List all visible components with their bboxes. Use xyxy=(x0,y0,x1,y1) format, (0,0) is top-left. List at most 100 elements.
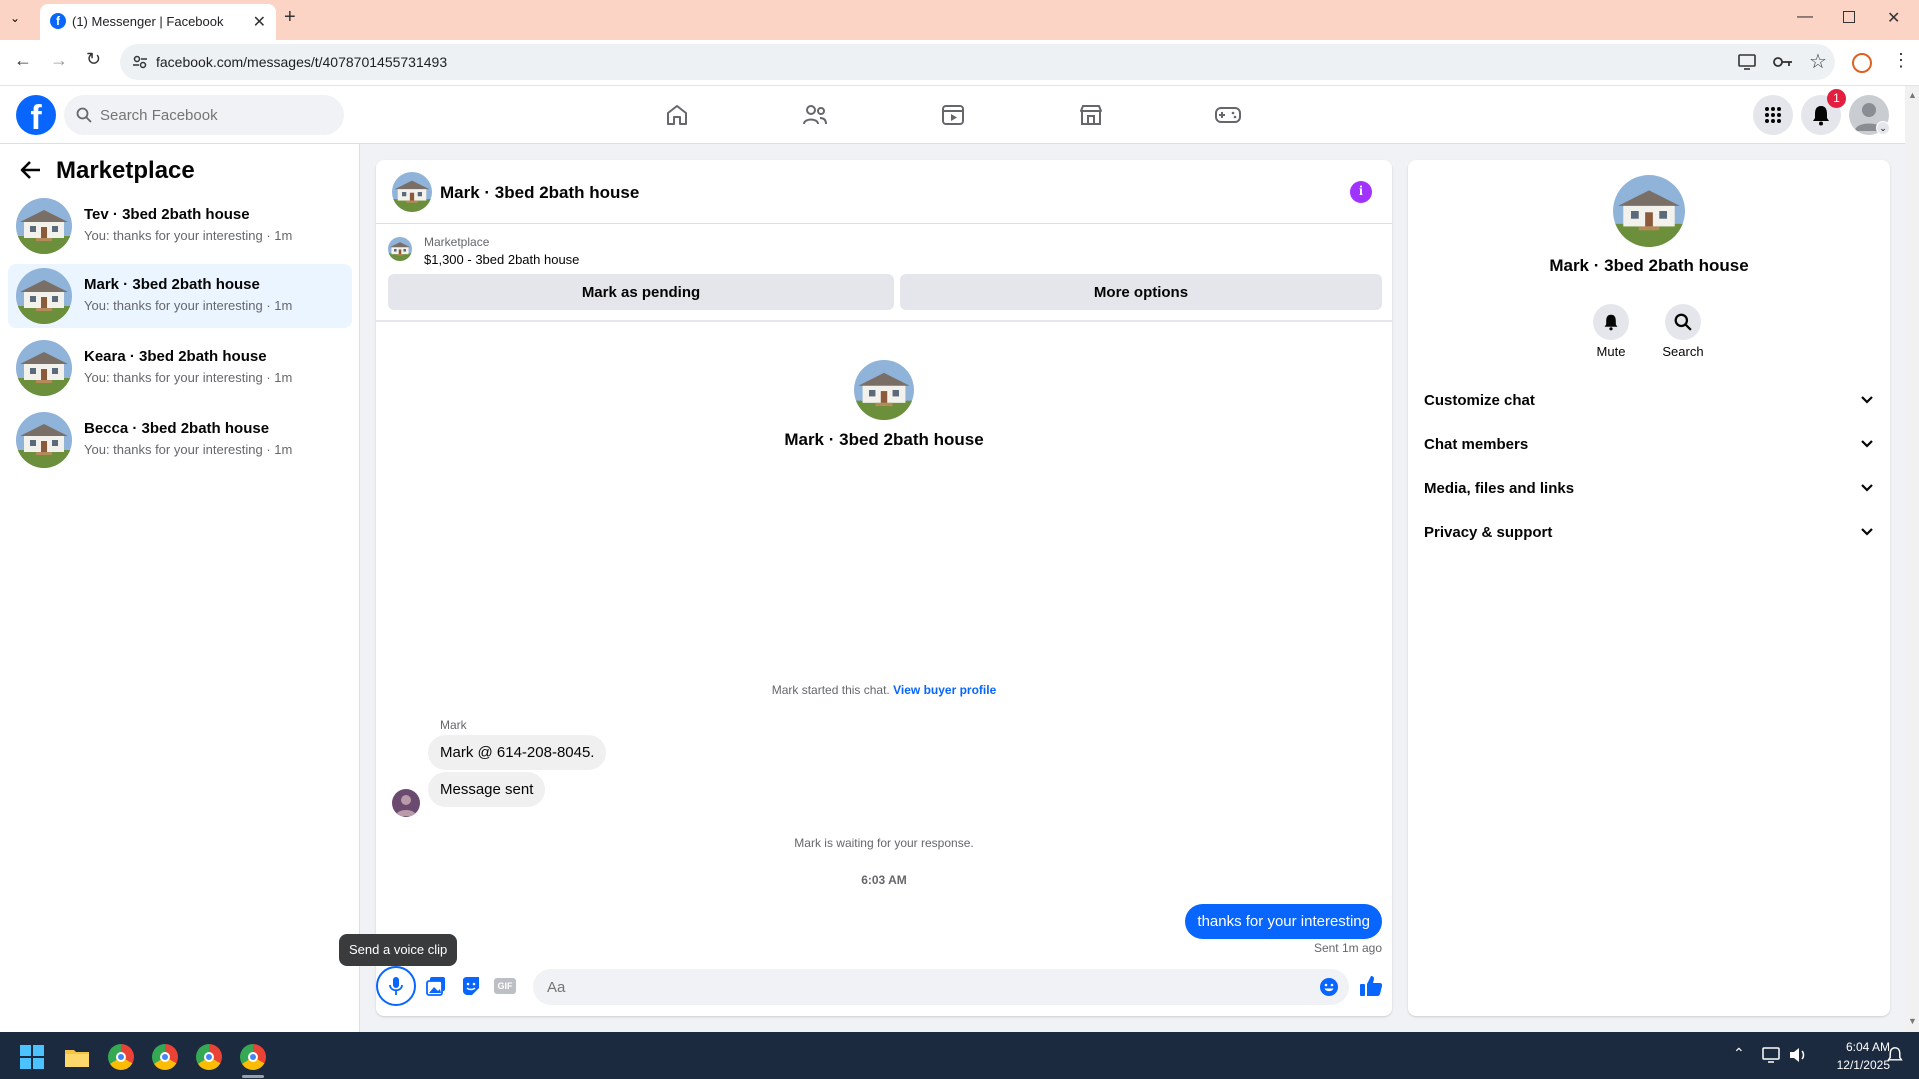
active-app-indicator xyxy=(242,1075,264,1078)
install-app-icon[interactable] xyxy=(1737,52,1757,72)
scroll-down-icon[interactable]: ▼ xyxy=(1908,1016,1917,1026)
site-settings-icon[interactable] xyxy=(132,54,148,70)
friends-nav-icon[interactable] xyxy=(795,98,835,132)
bell-icon xyxy=(1604,314,1618,331)
sender-name: Mark xyxy=(440,718,467,732)
chevron-down-icon xyxy=(1860,527,1874,537)
forward-arrow-icon[interactable]: → xyxy=(50,50,68,71)
search-icon xyxy=(76,107,92,123)
conversation-preview: You: thanks for your interesting · 1m xyxy=(84,370,293,385)
section-label: Privacy & support xyxy=(1424,523,1553,541)
conversation-item-keara[interactable]: Keara · 3bed 2bath house You: thanks for… xyxy=(8,336,352,400)
scroll-up-icon[interactable]: ▲ xyxy=(1908,90,1917,100)
browser-tab-messenger[interactable]: f (1) Messenger | Facebook ✕ xyxy=(40,4,276,40)
password-key-icon[interactable] xyxy=(1772,52,1794,72)
facebook-favicon-icon: f xyxy=(50,13,66,29)
sticker-icon[interactable] xyxy=(461,976,481,996)
listing-thumbnail xyxy=(16,412,72,468)
waiting-notice: Mark is waiting for your response. xyxy=(794,836,974,850)
home-nav-icon[interactable] xyxy=(657,98,697,132)
incoming-message[interactable]: Message sent xyxy=(428,772,546,807)
facebook-search[interactable] xyxy=(64,95,344,135)
more-options-button[interactable]: More options xyxy=(900,274,1382,310)
listing-summary[interactable]: $1,300 - 3bed 2bath house xyxy=(424,252,579,267)
profile-avatar-icon[interactable] xyxy=(1852,53,1872,73)
voice-clip-tooltip: Send a voice clip xyxy=(339,934,458,966)
chevron-down-icon xyxy=(1860,395,1874,405)
reload-icon[interactable]: ↻ xyxy=(86,49,101,70)
chat-started-text: Mark started this chat. xyxy=(771,683,890,697)
tab-close-icon[interactable]: ✕ xyxy=(253,12,266,32)
chrome-profile-icon[interactable] xyxy=(196,1044,222,1070)
listing-small-thumbnail xyxy=(388,237,412,261)
voice-clip-button[interactable] xyxy=(376,966,416,1006)
conversation-item-tev[interactable]: Tev · 3bed 2bath house You: thanks for y… xyxy=(8,194,352,258)
incoming-message[interactable]: Mark @ 614-208-8045. xyxy=(428,735,607,770)
video-nav-icon[interactable] xyxy=(933,98,973,132)
chat-title[interactable]: Mark · 3bed 2bath house xyxy=(440,183,639,203)
conversation-item-mark[interactable]: Mark · 3bed 2bath house You: thanks for … xyxy=(8,264,352,328)
clock-time[interactable]: 6:04 AM xyxy=(1820,1040,1890,1054)
back-arrow-icon[interactable] xyxy=(20,160,42,180)
section-label: Customize chat xyxy=(1424,391,1535,409)
windows-start-icon[interactable] xyxy=(20,1045,44,1069)
facebook-logo-icon[interactable]: f xyxy=(16,95,56,135)
menu-grid-button[interactable] xyxy=(1753,95,1793,135)
search-in-conversation-button[interactable] xyxy=(1665,304,1701,340)
details-thumbnail[interactable] xyxy=(1613,175,1685,247)
customize-chat-section[interactable]: Customize chat xyxy=(1424,382,1874,418)
volume-icon[interactable] xyxy=(1788,1046,1808,1064)
chrome-profile-icon[interactable] xyxy=(152,1044,178,1070)
listing-thumbnail xyxy=(16,268,72,324)
chrome-active-icon[interactable] xyxy=(240,1044,266,1070)
media-files-links-section[interactable]: Media, files and links xyxy=(1424,470,1874,506)
page-scrollbar[interactable]: ▲ ▼ xyxy=(1905,86,1919,1032)
file-explorer-icon[interactable] xyxy=(64,1046,90,1068)
gif-icon[interactable]: GIF xyxy=(494,978,516,994)
listing-divider xyxy=(376,320,1392,322)
windows-taskbar: ⌃ 6:04 AM 12/1/2025 xyxy=(0,1032,1919,1079)
new-tab-plus-icon[interactable]: + xyxy=(284,6,296,29)
window-close-icon[interactable]: ✕ xyxy=(1887,8,1900,28)
marketplace-nav-icon[interactable] xyxy=(1071,98,1111,132)
clock-date[interactable]: 12/1/2025 xyxy=(1820,1058,1890,1072)
outgoing-message[interactable]: thanks for your interesting xyxy=(1185,904,1382,939)
mute-label: Mute xyxy=(1596,344,1626,359)
message-composer[interactable] xyxy=(533,969,1349,1005)
like-thumbs-up-icon[interactable] xyxy=(1359,974,1383,998)
chat-start-notice: Mark started this chat. View buyer profi… xyxy=(376,683,1392,697)
address-bar[interactable]: facebook.com/messages/t/4078701455731493… xyxy=(120,44,1835,80)
message-input[interactable] xyxy=(545,969,1305,1005)
search-input[interactable] xyxy=(98,95,334,135)
browser-menu-icon[interactable]: ⋮ xyxy=(1892,50,1910,71)
chat-members-section[interactable]: Chat members xyxy=(1424,426,1874,462)
conversation-info-icon[interactable]: i xyxy=(1350,181,1372,203)
listing-source: Marketplace xyxy=(424,235,490,249)
marketplace-conversations-panel: Marketplace Tev · 3bed 2bath house You: … xyxy=(0,144,360,1032)
window-minimize-icon[interactable]: — xyxy=(1797,8,1813,26)
chat-header-thumbnail[interactable] xyxy=(392,172,432,212)
gaming-nav-icon[interactable] xyxy=(1208,98,1248,132)
account-chevron-down-icon[interactable]: ⌄ xyxy=(1876,121,1890,135)
notification-bell-icon[interactable] xyxy=(1887,1046,1903,1064)
conversation-preview: You: thanks for your interesting · 1m xyxy=(84,228,293,243)
conversation-details-panel: Mark · 3bed 2bath house Mute Search Cust… xyxy=(1408,160,1890,1016)
emoji-icon[interactable] xyxy=(1319,977,1339,997)
chrome-app-icon[interactable] xyxy=(108,1044,134,1070)
tab-list-chevron-icon[interactable]: ⌄ xyxy=(10,11,20,25)
chevron-down-icon xyxy=(1860,439,1874,449)
mark-as-pending-button[interactable]: Mark as pending xyxy=(388,274,894,310)
view-buyer-profile-link[interactable]: View buyer profile xyxy=(893,683,996,697)
window-restore-icon[interactable] xyxy=(1843,11,1855,23)
attach-photo-icon[interactable] xyxy=(426,976,446,996)
mute-button[interactable] xyxy=(1593,304,1629,340)
message-timestamp: 6:03 AM xyxy=(861,873,907,887)
sender-avatar[interactable] xyxy=(392,789,420,817)
back-arrow-icon[interactable]: ← xyxy=(14,50,32,71)
show-hidden-icons-icon[interactable]: ⌃ xyxy=(1733,1045,1745,1062)
privacy-support-section[interactable]: Privacy & support xyxy=(1424,514,1874,550)
network-icon[interactable] xyxy=(1762,1046,1780,1064)
conversation-preview: You: thanks for your interesting · 1m xyxy=(84,442,293,457)
conversation-item-becca[interactable]: Becca · 3bed 2bath house You: thanks for… xyxy=(8,408,352,472)
bookmark-star-icon[interactable]: ☆ xyxy=(1809,49,1827,74)
